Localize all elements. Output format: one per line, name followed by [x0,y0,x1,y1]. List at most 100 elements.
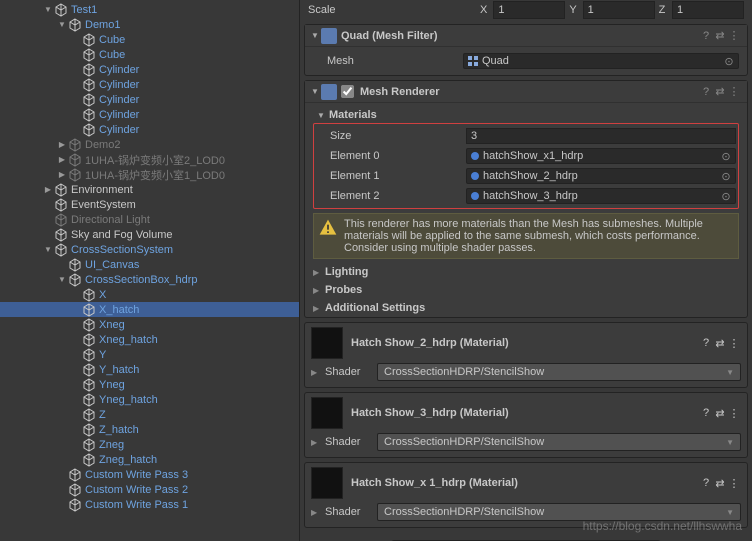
warning-text: This renderer has more materials than th… [344,218,734,254]
hierarchy-item[interactable]: Cylinder [0,62,299,77]
hierarchy-item[interactable]: Xneg [0,317,299,332]
preset-icon[interactable]: ⇄ [713,29,727,42]
hierarchy-item[interactable]: Y [0,347,299,362]
hierarchy-item[interactable]: Custom Write Pass 3 [0,467,299,482]
foldout-icon[interactable]: ▶ [56,170,68,179]
hierarchy-item-label: Zneg [99,439,124,451]
material-object-field[interactable]: hatchShow_x1_hdrp⊙ [466,148,736,164]
hierarchy-panel[interactable]: ▼Test1▼Demo1CubeCubeCylinderCylinderCyli… [0,0,300,541]
preset-icon[interactable]: ⇄ [713,337,727,350]
foldout-icon[interactable]: ▼ [42,5,54,14]
lighting-foldout[interactable]: ▶Lighting [305,263,747,281]
preset-icon[interactable]: ⇄ [713,477,727,490]
material-icon [471,192,479,200]
hierarchy-item[interactable]: Yneg_hatch [0,392,299,407]
hierarchy-item[interactable]: Cube [0,32,299,47]
object-picker-icon[interactable]: ⊙ [719,150,733,163]
foldout-icon[interactable]: ▶ [56,140,68,149]
mesh-object-field[interactable]: Quad ⊙ [463,53,739,69]
menu-icon[interactable]: ⋮ [727,337,741,350]
hierarchy-item[interactable]: Custom Write Pass 2 [0,482,299,497]
foldout-icon[interactable]: ▼ [42,245,54,254]
hierarchy-item[interactable]: Z [0,407,299,422]
hierarchy-item[interactable]: Cube [0,47,299,62]
shader-dropdown[interactable]: CrossSectionHDRP/StencilShow▼ [377,503,741,521]
additional-settings-foldout[interactable]: ▶Additional Settings [305,299,747,317]
materials-foldout[interactable]: ▼Materials [313,107,739,123]
scale-z-input[interactable] [672,1,744,19]
hierarchy-item[interactable]: ▼CrossSectionBox_hdrp [0,272,299,287]
inspector-panel[interactable]: Scale X Y Z ▼ Quad (Mesh Filter) ? ⇄ ⋮ M… [300,0,752,541]
shader-dropdown[interactable]: CrossSectionHDRP/StencilShow▼ [377,363,741,381]
shader-value: CrossSectionHDRP/StencilShow [384,506,544,518]
hierarchy-item[interactable]: Y_hatch [0,362,299,377]
scale-x-input[interactable] [493,1,565,19]
material-header[interactable]: Hatch Show_2_hdrp (Material)?⇄⋮ [305,323,747,363]
hierarchy-item[interactable]: Cylinder [0,107,299,122]
scale-y-input[interactable] [583,1,655,19]
help-icon[interactable]: ? [699,30,713,42]
hierarchy-item[interactable]: ▶Demo2 [0,137,299,152]
foldout-icon[interactable]: ▶ [311,368,325,377]
shader-dropdown[interactable]: CrossSectionHDRP/StencilShow▼ [377,433,741,451]
foldout-icon[interactable]: ▼ [56,275,68,284]
menu-icon[interactable]: ⋮ [727,477,741,490]
hierarchy-item[interactable]: Zneg [0,437,299,452]
hierarchy-item[interactable]: Yneg [0,377,299,392]
menu-icon[interactable]: ⋮ [727,407,741,420]
mesh-filter-header[interactable]: ▼ Quad (Mesh Filter) ? ⇄ ⋮ [305,25,747,47]
hierarchy-item[interactable]: ▼Test1 [0,2,299,17]
mesh-renderer-enabled-checkbox[interactable] [341,85,354,98]
hierarchy-item[interactable]: Cylinder [0,92,299,107]
object-picker-icon[interactable]: ⊙ [722,55,736,68]
foldout-icon[interactable]: ▶ [42,185,54,194]
preset-icon[interactable]: ⇄ [713,407,727,420]
mesh-renderer-header[interactable]: ▼ Mesh Renderer ? ⇄ ⋮ [305,81,747,103]
material-object-field[interactable]: hatchShow_3_hdrp⊙ [466,188,736,204]
foldout-icon[interactable]: ▼ [311,87,321,96]
hierarchy-item[interactable]: ▼CrossSectionSystem [0,242,299,257]
hierarchy-item[interactable]: Z_hatch [0,422,299,437]
materials-size-input[interactable] [466,128,736,144]
mesh-value: Quad [482,55,509,67]
shader-value: CrossSectionHDRP/StencilShow [384,436,544,448]
hierarchy-item[interactable]: Custom Write Pass 1 [0,497,299,512]
hierarchy-item[interactable]: X [0,287,299,302]
hierarchy-item-label: Cylinder [99,124,139,136]
preset-icon[interactable]: ⇄ [713,85,727,98]
hierarchy-item[interactable]: X_hatch [0,302,299,317]
hierarchy-item[interactable]: Xneg_hatch [0,332,299,347]
material-header[interactable]: Hatch Show_x 1_hdrp (Material)?⇄⋮ [305,463,747,503]
help-icon[interactable]: ? [699,86,713,98]
object-picker-icon[interactable]: ⊙ [719,170,733,183]
foldout-icon[interactable]: ▶ [56,155,68,164]
hierarchy-item[interactable]: Zneg_hatch [0,452,299,467]
foldout-icon[interactable]: ▶ [311,508,325,517]
hierarchy-item-label: Yneg [99,379,125,391]
hierarchy-item[interactable]: Sky and Fog Volume [0,227,299,242]
help-icon[interactable]: ? [699,337,713,349]
hierarchy-item[interactable]: EventSystem [0,197,299,212]
menu-icon[interactable]: ⋮ [727,29,741,42]
hierarchy-item[interactable]: ▶1UHA-锅炉变频小室2_LOD0 [0,152,299,167]
foldout-icon[interactable]: ▼ [311,31,321,40]
hierarchy-item[interactable]: Cylinder [0,122,299,137]
hierarchy-item[interactable]: ▶Environment [0,182,299,197]
foldout-icon[interactable]: ▼ [56,20,68,29]
hierarchy-item[interactable]: ▶1UHA-锅炉变频小室1_LOD0 [0,167,299,182]
materials-highlight-box: Size Element 0hatchShow_x1_hdrp⊙Element … [313,123,739,209]
hierarchy-item-label: Z_hatch [99,424,139,436]
material-object-field[interactable]: hatchShow_2_hdrp⊙ [466,168,736,184]
hierarchy-item-label: X_hatch [99,304,139,316]
foldout-icon[interactable]: ▶ [311,438,325,447]
help-icon[interactable]: ? [699,407,713,419]
menu-icon[interactable]: ⋮ [727,85,741,98]
hierarchy-item[interactable]: Cylinder [0,77,299,92]
hierarchy-item[interactable]: UI_Canvas [0,257,299,272]
probes-foldout[interactable]: ▶Probes [305,281,747,299]
hierarchy-item[interactable]: Directional Light [0,212,299,227]
hierarchy-item[interactable]: ▼Demo1 [0,17,299,32]
object-picker-icon[interactable]: ⊙ [719,190,733,203]
material-header[interactable]: Hatch Show_3_hdrp (Material)?⇄⋮ [305,393,747,433]
help-icon[interactable]: ? [699,477,713,489]
